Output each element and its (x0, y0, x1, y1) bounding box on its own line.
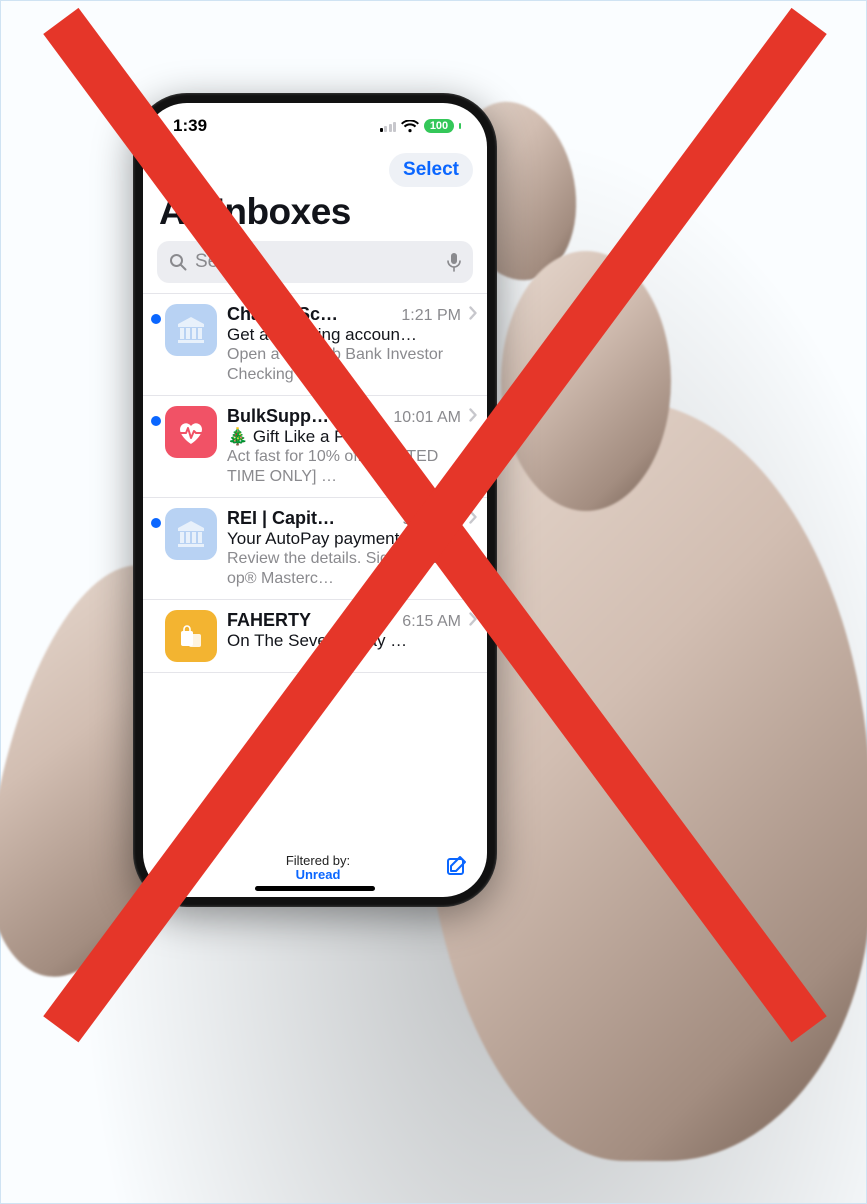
filter-label: Filtered by: (286, 854, 350, 868)
email-sender: FAHERTY (227, 610, 396, 631)
email-row[interactable]: BulkSupp… 10:01 AM🎄 Gift Like a Pro! 💪Act… (143, 396, 487, 498)
email-time: 10:01 AM (393, 409, 461, 427)
email-row[interactable]: FAHERTY 6:15 AMOn The Seventh Day … (143, 600, 487, 673)
bank-building-icon (165, 304, 217, 356)
search-icon (169, 253, 187, 271)
filter-value: Unread (286, 868, 350, 882)
filter-button[interactable] (161, 853, 191, 883)
email-subject: 🎄 Gift Like a Pro! 💪 (227, 427, 477, 447)
email-time: 6:15 AM (402, 613, 461, 631)
unread-dot (151, 416, 161, 426)
email-sender: REI | Capit… (227, 508, 396, 529)
email-subject: Get a checking accoun… (227, 325, 477, 345)
page-title: All Inboxes (143, 189, 487, 241)
nav-bar: Select (143, 149, 487, 189)
email-preview: Review the details. Sign in REI Co-op® M… (227, 549, 477, 589)
search-placeholder: Search (195, 251, 439, 273)
email-preview: Act fast for 10% off! [LIMITED TIME ONLY… (227, 447, 477, 487)
email-row[interactable]: Charles Sc… 1:21 PMGet a checking accoun…… (143, 294, 487, 396)
mic-icon[interactable] (447, 252, 461, 272)
unread-dot (151, 518, 161, 528)
email-subject: On The Seventh Day … (227, 631, 477, 651)
compose-icon[interactable] (445, 854, 469, 883)
email-subject: Your AutoPay payment… (227, 529, 477, 549)
home-indicator (255, 886, 375, 891)
wifi-icon (401, 120, 419, 133)
select-button[interactable]: Select (389, 153, 473, 187)
chevron-right-icon (467, 406, 477, 427)
email-time: 9:22 AM (402, 511, 461, 529)
unread-dot (151, 314, 161, 324)
email-sender: BulkSupp… (227, 406, 387, 427)
battery-indicator: 100 (424, 119, 454, 133)
filter-status: Filtered by: Unread (286, 854, 350, 883)
unread-dot (151, 620, 161, 630)
hand-finger (501, 251, 671, 511)
bank-building-icon (165, 508, 217, 560)
email-list: Charles Sc… 1:21 PMGet a checking accoun…… (143, 293, 487, 839)
phone-device-frame: 1:39 100 Select All Inboxes (133, 93, 497, 907)
email-sender: Charles Sc… (227, 304, 395, 325)
back-chevron-icon[interactable] (153, 156, 171, 184)
chevron-right-icon (467, 304, 477, 325)
search-bar[interactable]: Search (157, 241, 473, 283)
shopping-bags-icon (165, 610, 217, 662)
chevron-right-icon (467, 610, 477, 631)
status-bar: 1:39 100 (143, 103, 487, 149)
phone-screen: 1:39 100 Select All Inboxes (143, 103, 487, 897)
status-indicators: 100 (380, 119, 462, 133)
heartbeat-icon (165, 406, 217, 458)
email-row[interactable]: REI | Capit… 9:22 AMYour AutoPay payment…… (143, 498, 487, 600)
email-preview: Open a Schwab Bank Investor Checking™ ac… (227, 345, 477, 385)
status-time: 1:39 (173, 116, 207, 136)
bottom-toolbar: Filtered by: Unread (143, 839, 487, 897)
cellular-signal-icon (380, 120, 397, 132)
email-time: 1:21 PM (401, 307, 461, 325)
battery-nub (459, 123, 461, 129)
chevron-right-icon (467, 508, 477, 529)
